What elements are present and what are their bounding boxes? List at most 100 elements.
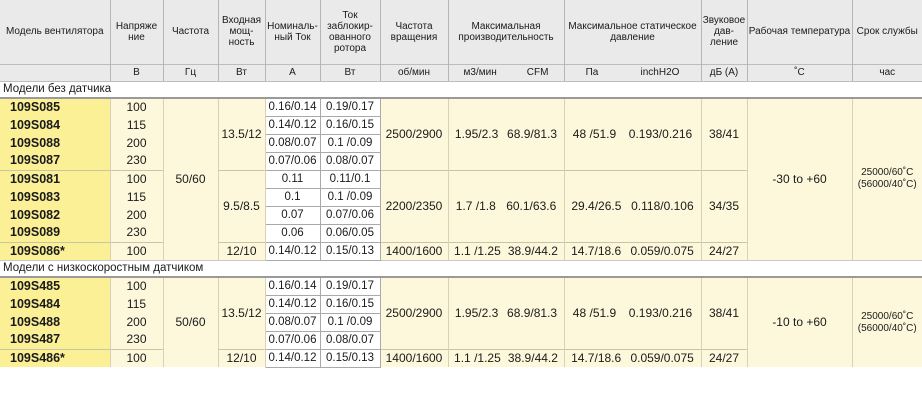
model-cell: 109S085 <box>0 98 111 116</box>
flow-cell: 1.1 /1.25 38.9/44.2 <box>448 348 565 367</box>
pressure-cell-a: 29.4/26.5 <box>571 198 622 213</box>
unit-speed: об/мин <box>380 63 449 82</box>
unit-locked-current: Вт <box>320 63 381 82</box>
pressure-cell-b: 0.193/0.216 <box>628 305 693 320</box>
pressure-cell-b: 0.118/0.106 <box>631 198 694 213</box>
life-cell: 25000/60˚C (56000/40˚C) <box>852 98 922 260</box>
rated-current-cell: 0.14/0.12 <box>264 348 321 368</box>
rated-current-cell: 0.16/0.14 <box>264 97 321 117</box>
model-cell: 109S086* <box>0 241 111 260</box>
flow-cell: 1.95/2.3 68.9/81.3 <box>448 277 565 349</box>
life-cell: 25000/60˚C (56000/40˚C) <box>852 277 922 367</box>
noise-cell: 24/27 <box>701 241 748 260</box>
model-cell: 109S088 <box>0 134 111 152</box>
voltage-cell: 230 <box>110 152 164 170</box>
model-cell: 109S484 <box>0 295 111 313</box>
unit-rated-current: А <box>265 63 321 82</box>
header-row: Модель вентилятора Напряже ние Частота В… <box>0 0 922 64</box>
unit-flow-m3: м3/мин <box>463 67 497 78</box>
header-voltage: Напряже ние <box>110 0 164 64</box>
model-cell: 109S087 <box>0 152 111 170</box>
model-cell: 109S089 <box>0 224 111 242</box>
section-header-row: Модели без датчика <box>0 80 922 99</box>
voltage-cell: 100 <box>110 348 164 367</box>
unit-pressure-inh2o: inchH2O <box>640 67 680 78</box>
unit-flow-cfm: CFM <box>526 67 549 78</box>
unit-flow: м3/мин CFM <box>448 63 565 82</box>
pressure-cell: 48 /51.9 0.193/0.216 <box>564 98 702 170</box>
unit-model <box>0 63 111 82</box>
header-locked-current: Ток заблокир- ованного ротора <box>320 0 381 64</box>
voltage-cell: 230 <box>110 331 164 349</box>
temp-cell: -30 to +60 <box>747 98 853 260</box>
voltage-cell: 230 <box>110 224 164 242</box>
flow-cell-a: 1.7 /1.8 <box>455 198 496 213</box>
frequency-cell: 50/60 <box>163 277 219 367</box>
section-title: Модели без датчика <box>0 80 922 99</box>
voltage-cell: 100 <box>110 277 164 295</box>
locked-current-cell: 0.16/0.15 <box>319 294 381 314</box>
pressure-cell-b: 0.059/0.075 <box>630 243 694 258</box>
rated-current-cell: 0.07 <box>264 205 321 225</box>
locked-current-cell: 0.16/0.15 <box>319 115 381 135</box>
unit-pressure-pa: Па <box>585 67 599 78</box>
locked-current-cell: 0.08/0.07 <box>319 330 381 350</box>
model-cell: 109S083 <box>0 188 111 206</box>
locked-current-cell: 0.19/0.17 <box>319 97 381 117</box>
fan-spec-table: Модель вентилятора Напряже ние Частота В… <box>0 0 922 368</box>
locked-current-cell: 0.07/0.06 <box>319 205 381 225</box>
header-max-pressure: Максимальное статическое давление <box>564 0 702 64</box>
flow-cell-b: 38.9/44.2 <box>507 350 558 365</box>
pressure-cell-b: 0.193/0.216 <box>628 126 693 141</box>
pressure-cell: 14.7/18.6 0.059/0.075 <box>564 241 702 260</box>
header-input-power: Входная мощ- ность <box>218 0 266 64</box>
model-cell: 109S487 <box>0 331 111 349</box>
model-cell: 109S082 <box>0 206 111 224</box>
rated-current-cell: 0.08/0.07 <box>264 133 321 153</box>
flow-cell-a: 1.95/2.3 <box>454 126 499 141</box>
section-header-row: Модели с низкоскоростным датчиком <box>0 259 922 278</box>
noise-cell: 38/41 <box>701 98 748 170</box>
flow-cell-b: 38.9/44.2 <box>507 243 558 258</box>
voltage-cell: 200 <box>110 313 164 331</box>
speed-cell: 1400/1600 <box>380 241 449 260</box>
pressure-cell-b: 0.059/0.075 <box>630 350 694 365</box>
voltage-cell: 100 <box>110 98 164 116</box>
noise-cell: 34/35 <box>701 169 748 242</box>
unit-temp: ˚С <box>747 63 853 82</box>
flow-cell-a: 1.1 /1.25 <box>454 243 501 258</box>
voltage-cell: 200 <box>110 206 164 224</box>
locked-current-cell: 0.08/0.07 <box>319 151 381 171</box>
pressure-cell-a: 14.7/18.6 <box>571 243 622 258</box>
locked-current-cell: 0.06/0.05 <box>319 223 381 243</box>
locked-current-cell: 0.1 /0.09 <box>319 312 381 332</box>
noise-cell: 24/27 <box>701 348 748 367</box>
frequency-cell: 50/60 <box>163 98 219 260</box>
units-row: В Гц Вт А Вт об/мин м3/мин CFM Па inchH2O … <box>0 63 922 82</box>
pressure-cell: 48 /51.9 0.193/0.216 <box>564 277 702 349</box>
voltage-cell: 200 <box>110 134 164 152</box>
speed-cell: 2500/2900 <box>380 277 449 349</box>
rated-current-cell: 0.11 <box>264 169 321 189</box>
header-life: Срок службы <box>852 0 922 64</box>
header-speed: Частота вращения <box>380 0 449 64</box>
input-power-cell: 9.5/8.5 <box>218 169 266 242</box>
header-model: Модель вентилятора <box>0 0 111 64</box>
flow-cell-b: 60.1/63.6 <box>506 198 557 213</box>
pressure-cell: 29.4/26.5 0.118/0.106 <box>564 169 702 242</box>
locked-current-cell: 0.19/0.17 <box>319 276 381 296</box>
header-max-flow: Максимальная производительность <box>448 0 565 64</box>
model-cell: 109S488 <box>0 313 111 331</box>
input-power-cell: 12/10 <box>218 348 266 367</box>
voltage-cell: 115 <box>110 295 164 313</box>
pressure-cell: 14.7/18.6 0.059/0.075 <box>564 348 702 367</box>
rated-current-cell: 0.06 <box>264 223 321 243</box>
table-row: 109S485 100 50/60 13.5/12 0.16/0.14 0.19/0.17… <box>0 276 922 367</box>
voltage-cell: 115 <box>110 116 164 134</box>
header-frequency: Частота <box>163 0 219 64</box>
model-cell: 109S081 <box>0 169 111 188</box>
input-power-cell: 13.5/12 <box>218 277 266 349</box>
locked-current-cell: 0.11/0.1 <box>319 169 381 189</box>
input-power-cell: 13.5/12 <box>218 98 266 170</box>
voltage-cell: 100 <box>110 241 164 260</box>
